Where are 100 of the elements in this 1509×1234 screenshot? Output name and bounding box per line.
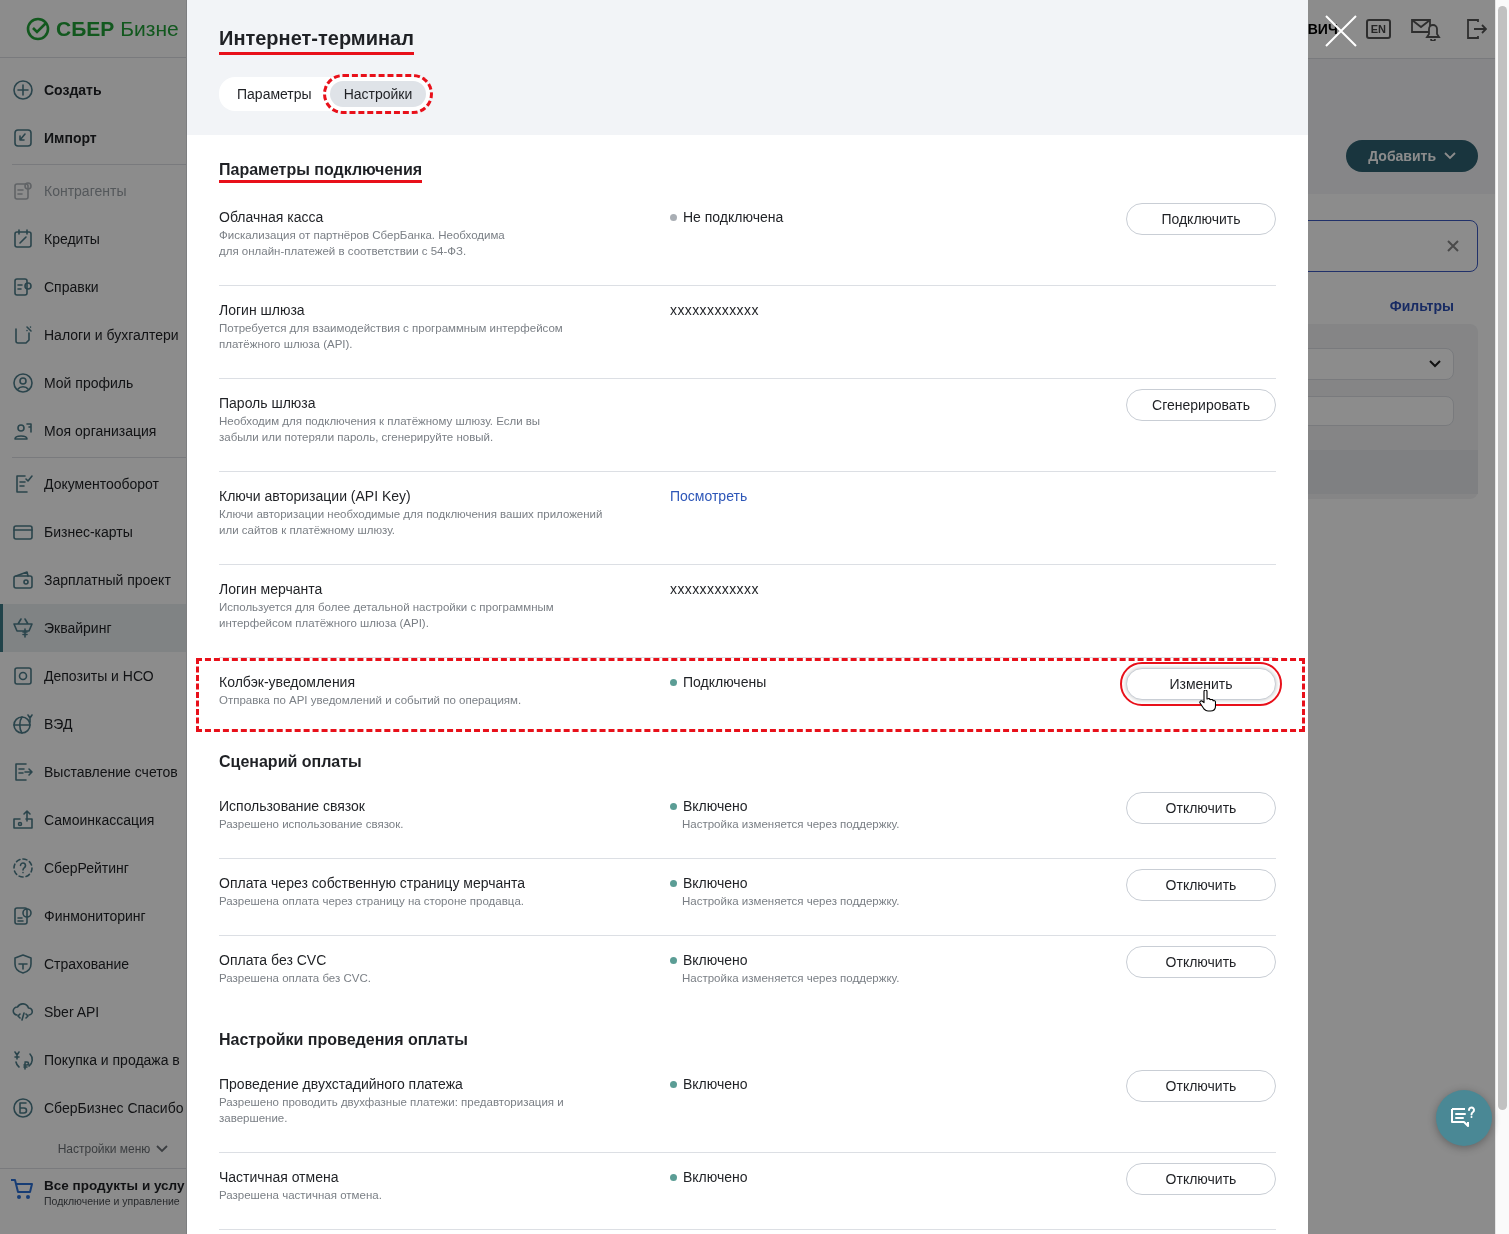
status-text: Включено (683, 951, 748, 970)
status-text: Не подключена (683, 208, 784, 227)
setting-title: Использование связок (219, 797, 366, 816)
action-button[interactable]: Отключить (1126, 946, 1276, 978)
status-text: Подключены (683, 673, 767, 692)
sidebar-item[interactable]: Финмониторинг (0, 892, 186, 940)
setting-value: xxxxxxxxxxxx (670, 301, 760, 320)
action-button[interactable]: Отключить (1126, 869, 1276, 901)
sidebar-item[interactable]: Самоинкассация (0, 796, 186, 844)
sidebar-label: Покупка и продажа в (44, 1052, 180, 1068)
wallet-icon (12, 569, 34, 591)
contact-card-icon (12, 180, 34, 202)
status-text: Включено (683, 1075, 748, 1094)
view-link[interactable]: Посмотреть (670, 486, 748, 506)
setting-title: Оплата через собственную страницу мерчанта (219, 874, 527, 893)
sidebar-label: Самоинкассация (44, 812, 155, 828)
sidebar-label: Эквайринг (44, 620, 112, 636)
setting-title: Колбэк-уведомления (219, 673, 357, 692)
sidebar-item[interactable]: Налоги и бухгалтери (0, 311, 186, 359)
status-text: Включено (683, 797, 748, 816)
sidebar-item[interactable]: СберРейтинг (0, 844, 186, 892)
add-button[interactable]: Добавить (1346, 140, 1478, 172)
logout-icon[interactable] (1465, 18, 1487, 40)
sidebar-item[interactable]: ВЭД (0, 700, 186, 748)
basket-icon (12, 617, 34, 639)
sidebar-label: ВЭД (44, 716, 73, 732)
setting-title: Облачная касса (219, 208, 325, 227)
sidebar-label: Бизнес-карты (44, 524, 133, 540)
setting-description: Разрешено использование связок. (219, 817, 405, 832)
sidebar-label: Страхование (44, 956, 130, 972)
sidebar-label: СберРейтинг (44, 860, 129, 876)
setting-description: Разрешена оплата без CVC. (219, 971, 372, 986)
section-heading: Настройки проведения оплаты (219, 1030, 468, 1050)
sidebar-label: Контрагенты (44, 183, 127, 199)
setting-description: Отправка по API уведомлений и событий по операциям. (219, 693, 523, 708)
letter-circle-icon (12, 1097, 34, 1119)
sidebar-item[interactable]: Документооборот (0, 460, 186, 508)
setting-title: Пароль шлюза (219, 394, 317, 413)
action-button[interactable]: Сгенерировать (1126, 389, 1276, 421)
setting-description: Используется для более детальной настройки с программным интерфейсом платёжного шлюза (API). (219, 600, 555, 631)
sidebar-item[interactable]: Страхование (0, 940, 186, 988)
action-button[interactable]: Отключить (1126, 1070, 1276, 1102)
document-arrow-icon (12, 761, 34, 783)
language-button[interactable]: EN (1365, 19, 1391, 39)
sidebar-label: Депозиты и НСО (44, 668, 154, 684)
filters-link[interactable]: Фильтры (1389, 298, 1454, 314)
globe-icon (12, 713, 34, 735)
sidebar-item[interactable]: Депозиты и НСО (0, 652, 186, 700)
chevron-down-icon (1429, 360, 1441, 368)
sidebar-item[interactable]: Покупка и продажа в (0, 1036, 186, 1084)
sidebar-item[interactable]: Кредиты (0, 215, 186, 263)
chevron-down-icon (156, 1145, 169, 1153)
monitoring-icon (12, 905, 34, 927)
sidebar-label: Импорт (44, 130, 97, 146)
menu-settings-button[interactable]: Настройки меню (53, 1138, 173, 1160)
section-heading: Параметры подключения (219, 160, 423, 183)
sidebar-item[interactable]: Эквайринг (0, 604, 186, 652)
sidebar-item[interactable]: Мой профиль (0, 359, 186, 407)
brand-name: СБЕР (56, 16, 115, 41)
user-icon (12, 420, 34, 442)
user-circle-icon (12, 372, 34, 394)
sidebar-label: Финмониторинг (44, 908, 146, 924)
all-products-item[interactable]: Все продукты и услу Подключение и управление (0, 1168, 186, 1234)
sidebar-item[interactable]: Бизнес-карты (0, 508, 186, 556)
sidebar-item[interactable]: Справки (0, 263, 186, 311)
setting-value: xxxxxxxxxxxx (670, 580, 760, 599)
sidebar-label: Моя организация (44, 423, 157, 439)
action-button[interactable]: Отключить (1126, 1163, 1276, 1195)
sidebar-item[interactable]: Зарплатный проект (0, 556, 186, 604)
sidebar-item[interactable]: СберБизнес Спасибо (0, 1084, 186, 1132)
sidebar-item[interactable]: Sber API (0, 988, 186, 1036)
shield-icon (12, 953, 34, 975)
tab[interactable]: Параметры (223, 81, 326, 107)
setting-description: Разрешена оплата через страницу на стороне продавца. (219, 894, 525, 909)
scrollbar-thumb[interactable] (1498, 6, 1507, 1110)
sidebar-label: Sber API (44, 1004, 100, 1020)
plus-circle-icon (12, 79, 34, 101)
sidebar-label: Мой профиль (44, 375, 134, 391)
sidebar-item[interactable]: Создать (0, 66, 186, 114)
sidebar-label: СберБизнес Спасибо (44, 1100, 184, 1116)
product-name: Бизне (120, 16, 179, 41)
status-note: Настройка изменяется через поддержку. (682, 817, 901, 832)
status-note: Настройка изменяется через поддержку. (682, 971, 901, 986)
setting-title: Проведение двухстадийного платежа (219, 1075, 464, 1094)
sidebar-label: Налоги и бухгалтери (44, 327, 179, 343)
setting-description: Потребуется для взаимодействия с программным интерфейсом платёжного шлюза (API). (219, 321, 564, 352)
sidebar-label: Документооборот (44, 476, 159, 492)
status-text: Включено (683, 1168, 748, 1187)
action-button[interactable]: Отключить (1126, 792, 1276, 824)
modal-title: Интернет-терминал (219, 26, 414, 55)
sidebar-label: Выставление счетов (44, 764, 178, 780)
setting-title: Ключи авторизации (API Key) (219, 487, 412, 506)
sidebar-item[interactable]: Импорт (0, 114, 186, 162)
sidebar-label: Справки (44, 279, 99, 295)
sidebar-item[interactable]: Моя организация (0, 407, 186, 455)
setting-description: Разрешено проводить двухфазные платежи: предавторизация и завершение. (219, 1095, 565, 1126)
setting-title: Логин шлюза (219, 301, 306, 320)
action-button[interactable]: Подключить (1126, 203, 1276, 235)
all-products-subtitle: Подключение и управление (44, 1195, 181, 1207)
sidebar-item[interactable]: Выставление счетов (0, 748, 186, 796)
